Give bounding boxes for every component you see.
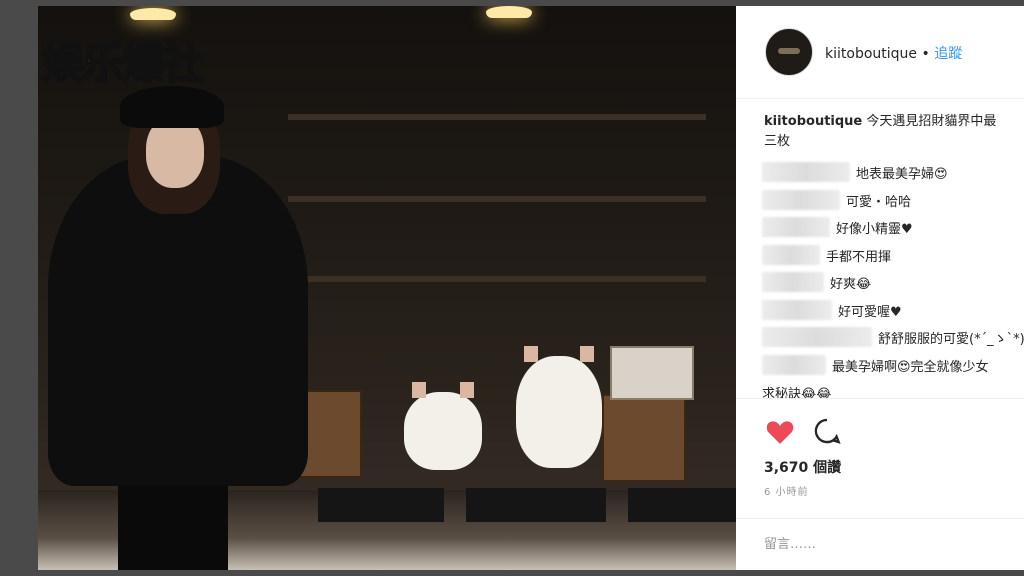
likes-label: 個讚 (813, 460, 842, 476)
separator-dot: • (921, 46, 930, 62)
picture-box (610, 346, 694, 400)
comment-row: 可愛・哈哈 (762, 188, 1024, 216)
follow-button[interactable]: 追蹤 (934, 46, 962, 62)
comment-text: 最美孕婦啊😍完全就像少女 (832, 359, 989, 375)
blurred-username[interactable] (762, 272, 824, 292)
shelf (288, 114, 706, 120)
likes-count[interactable]: 3,670 個讚 (764, 457, 841, 477)
comment-row: 好可愛喔♥ (762, 298, 1024, 326)
comment-bubble-shape (814, 418, 841, 444)
person-legs (118, 486, 228, 570)
comment-row: 好像小精靈♥ (762, 215, 1024, 243)
comment-text: 好可愛喔♥ (838, 304, 902, 320)
comment-text: 可愛・哈哈 (846, 194, 912, 210)
floor-mat (628, 488, 736, 522)
heart-shape (766, 421, 794, 444)
blurred-username[interactable] (762, 299, 832, 320)
caption-text: 今天遇見招財貓界中最 (866, 114, 997, 129)
cat-ear (460, 382, 474, 398)
comment-row: 最美孕婦啊😍完全就像少女 (762, 353, 1024, 381)
post-caption: kiitoboutique 今天遇見招財貓界中最 三枚 (764, 112, 1024, 152)
blurred-username[interactable] (762, 244, 820, 265)
caption-text-line2: 三枚 (764, 134, 791, 149)
likes-number: 3,670 (764, 460, 809, 476)
comment-row: 地表最美孕婦😍 (762, 160, 1024, 188)
floor-mat (318, 488, 444, 522)
add-comment-placeholder[interactable]: 留言…… (764, 533, 816, 552)
post-header: kiitoboutique • 追蹤 (736, 6, 1024, 99)
avatar[interactable] (765, 28, 813, 76)
caption-username[interactable]: kiitoboutique (764, 114, 862, 129)
person-hat (120, 86, 224, 128)
post-timestamp: 6 小時前 (764, 487, 809, 498)
blurred-username[interactable] (762, 162, 850, 182)
blurred-username[interactable] (762, 354, 826, 375)
shelf (288, 276, 706, 282)
comment-row: 好爽😂 (762, 270, 1024, 298)
username-link[interactable]: kiitoboutique (825, 46, 917, 62)
comment-text: 手都不用揮 (826, 249, 892, 265)
cat-ear (412, 382, 426, 398)
ceiling-light (130, 8, 176, 20)
lucky-cat-figure (516, 346, 602, 468)
watermark-logo: 娱乐爆社 (41, 38, 205, 89)
wooden-box (602, 394, 686, 482)
comment-row: 舒舒服服的可愛(*´_ゝ`*) (762, 325, 1024, 353)
comment-list: 地表最美孕婦😍 可愛・哈哈好像小精靈♥ 手都不用揮好爽😂 好可愛喔♥ 舒舒服服的可愛(*… (762, 160, 1024, 408)
cat-ear (524, 346, 538, 362)
blurred-username[interactable] (762, 189, 840, 210)
ceiling-light (486, 6, 532, 18)
post-username-row: kiitoboutique • 追蹤 (825, 43, 962, 63)
floor-mat (466, 488, 606, 522)
comment-text: 好爽😂 (830, 277, 872, 292)
post-photo[interactable]: 娱乐爆社 (38, 6, 736, 570)
comment-text: 地表最美孕婦😍 (856, 167, 948, 182)
comment-text: 好像小精靈♥ (836, 222, 913, 237)
comment-icon[interactable] (813, 417, 841, 445)
shelf (288, 196, 706, 202)
lucky-cat-figure (404, 382, 482, 470)
cat-ear (580, 346, 594, 362)
blurred-username[interactable] (762, 217, 830, 237)
heart-icon[interactable] (765, 419, 795, 445)
comment-row: 手都不用揮 (762, 243, 1024, 271)
comment-text: 舒舒服服的可愛(*´_ゝ`*) (878, 332, 1024, 347)
screenshot-frame: 娱乐爆社 kiitoboutique • 追蹤 kiitoboutique 今天… (38, 6, 1024, 570)
post-side-panel: kiitoboutique • 追蹤 kiitoboutique 今天遇見招財貓… (736, 6, 1024, 570)
blurred-username[interactable] (762, 327, 872, 347)
add-comment-bar[interactable]: 留言…… (736, 518, 1024, 570)
post-actions: 3,670 個讚 6 小時前 (736, 398, 1024, 519)
